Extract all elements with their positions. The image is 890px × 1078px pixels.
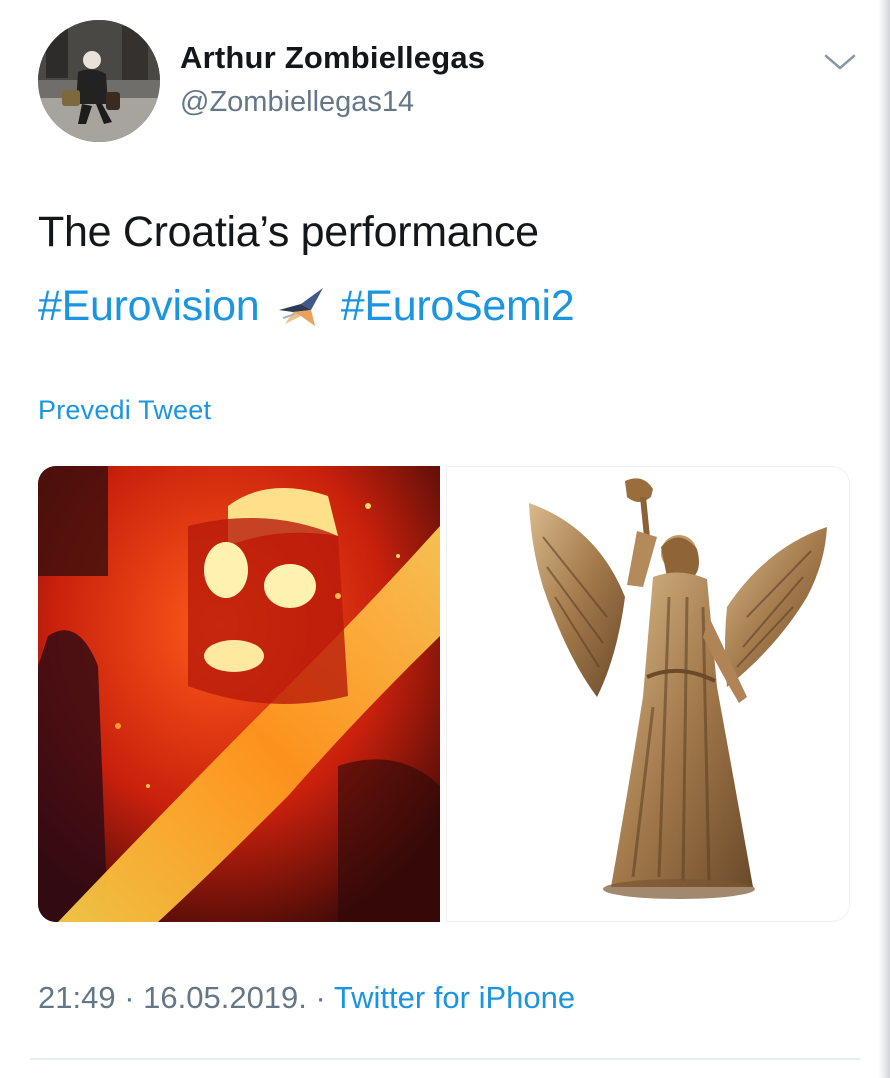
bronze-angel-statue-image — [529, 478, 827, 899]
meta-separator: · — [306, 980, 334, 1015]
translate-tweet-link[interactable]: Prevedi Tweet — [38, 395, 211, 426]
hashtag-eurovision[interactable]: #Eurovision — [38, 280, 260, 332]
tweet-meta: 21:49 · 16.05.2019. · Twitter for iPhone — [38, 980, 575, 1016]
hashtag-line: #Eurovision #EuroSemi2 — [38, 280, 575, 332]
media-image-left[interactable] — [38, 466, 440, 922]
author-display-name[interactable]: Arthur Zombiellegas — [180, 40, 485, 76]
fire-figure-image — [38, 466, 440, 922]
tweet-time[interactable]: 21:49 — [38, 980, 116, 1015]
person-photo-avatar — [38, 20, 160, 142]
avatar[interactable] — [38, 20, 160, 142]
divider — [30, 1058, 860, 1060]
tweet-source-link[interactable]: Twitter for iPhone — [334, 980, 575, 1015]
eurovision-star-emoji — [279, 288, 324, 326]
right-edge-shadow — [878, 0, 890, 1078]
author-handle[interactable]: @Zombiellegas14 — [180, 86, 414, 119]
meta-separator: · — [115, 980, 144, 1015]
chevron-down-icon[interactable] — [822, 50, 858, 74]
hashtag-eurosemi2[interactable]: #EuroSemi2 — [341, 280, 575, 332]
media-image-right[interactable] — [446, 466, 850, 922]
tweet-text: The Croatia’s performance — [38, 208, 539, 256]
tweet-date[interactable]: 16.05.2019. — [143, 980, 307, 1015]
